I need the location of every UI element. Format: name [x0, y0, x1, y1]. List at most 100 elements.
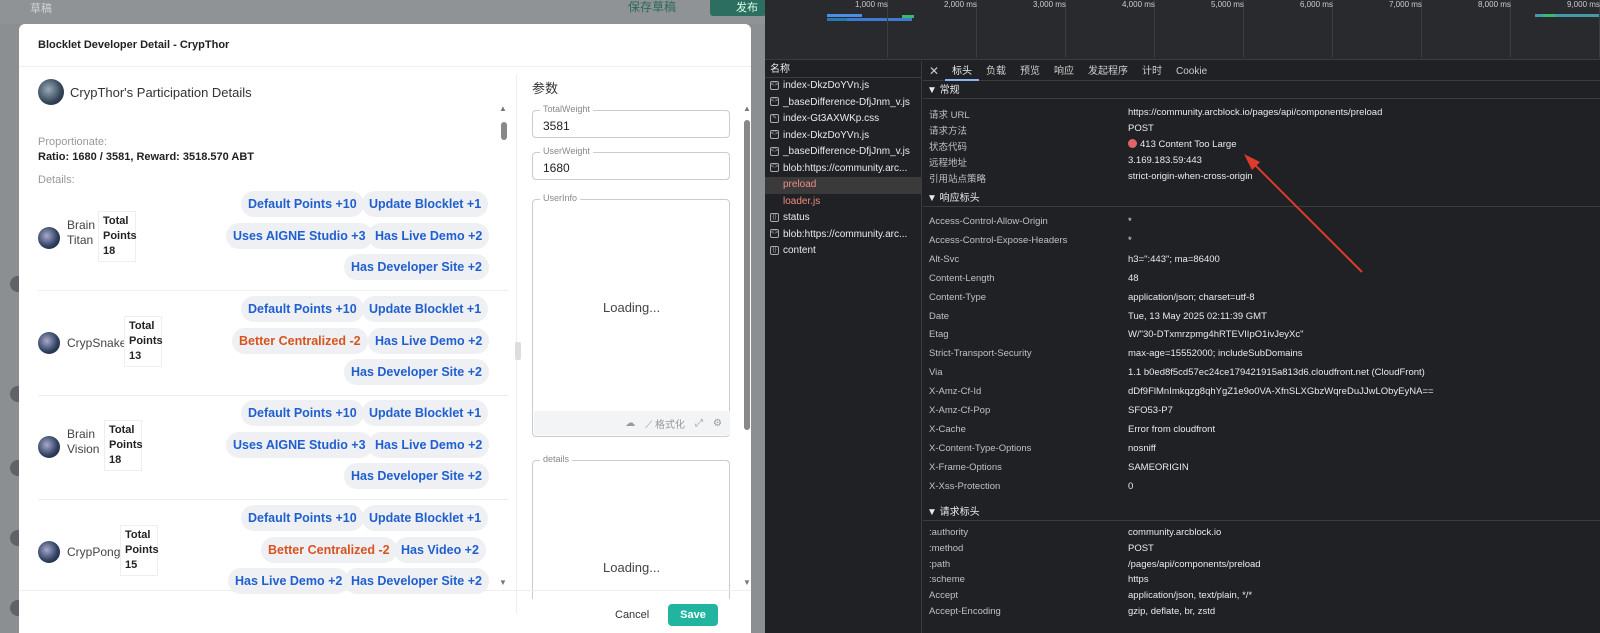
- timeline-tick-label: 5,000 ms: [1211, 0, 1244, 9]
- scroll-thumb[interactable]: [501, 122, 507, 140]
- request-name: _baseDifference-DfjJnm_v.js: [783, 146, 910, 157]
- header-value: max-age=15552000; includeSubDomains: [1128, 348, 1303, 360]
- timeline-bar: [902, 15, 914, 18]
- fetch-file-icon: {}: [770, 212, 779, 222]
- annotation-arrow-icon: [1244, 154, 1363, 273]
- score-chip: Update Blocklet +1: [362, 400, 489, 426]
- scroll-down-icon[interactable]: ▼: [743, 578, 751, 587]
- gear-icon[interactable]: ⚙: [713, 418, 722, 429]
- tab-2[interactable]: 预览: [1013, 61, 1047, 81]
- save-draft-button[interactable]: 保存草稿: [628, 0, 676, 15]
- script-file-icon: <>: [770, 229, 779, 239]
- header-name: X-Content-Type-Options: [929, 442, 1032, 454]
- scroll-up-icon[interactable]: ▲: [743, 104, 751, 113]
- save-button[interactable]: Save: [668, 604, 718, 626]
- request-name: index-DkzDoYVn.js: [783, 80, 870, 91]
- avatar: [38, 227, 60, 249]
- request-row[interactable]: loader.js: [765, 194, 921, 211]
- header-value: 1.1 b0ed8f5cd57ec24ce179421915a813d6.clo…: [1128, 367, 1425, 379]
- score-chip: Default Points +10: [241, 400, 364, 426]
- header-value: /pages/api/components/preload: [1128, 558, 1261, 570]
- tab-0[interactable]: 标头: [945, 61, 979, 81]
- request-row[interactable]: ✎ index-Gt3AXWKp.css: [765, 111, 921, 128]
- header-name: 状态代码: [929, 142, 968, 153]
- scroll-up-icon[interactable]: ▲: [499, 104, 507, 113]
- tab-6[interactable]: Cookie: [1169, 61, 1214, 81]
- details-editor[interactable]: details Loading...: [532, 454, 730, 599]
- header-value: community.arcblock.io: [1128, 527, 1222, 538]
- header-name: Access-Control-Expose-Headers: [929, 234, 1068, 246]
- timeline-bar: [1543, 14, 1555, 17]
- header-value: application/json, text/plain, */*: [1128, 590, 1253, 602]
- request-row[interactable]: <> index-DkzDoYVn.js: [765, 78, 921, 95]
- total-points-box: Total Points 13: [124, 316, 163, 367]
- request-name: status: [783, 212, 810, 223]
- scroll-thumb[interactable]: [744, 120, 750, 430]
- header-name: 请求 URL: [929, 110, 970, 121]
- participation-details-pane[interactable]: CrypThor's Participation Details Proport…: [38, 74, 508, 604]
- header-value: *: [1128, 234, 1132, 246]
- details-field-label: details: [540, 454, 573, 464]
- request-name: index-Gt3AXWKp.css: [783, 113, 880, 124]
- timeline-bar: [827, 14, 862, 17]
- tab-5[interactable]: 计时: [1135, 61, 1169, 81]
- header-value: gzip, deflate, br, zstd: [1128, 606, 1216, 617]
- header-value: application/json; charset=utf-8: [1128, 291, 1255, 303]
- request-headers-section-header[interactable]: ▼ 请求标头: [923, 505, 1600, 521]
- timeline-tick-label: 8,000 ms: [1478, 0, 1511, 9]
- score-chip: Has Developer Site +2: [344, 463, 489, 489]
- total-weight-label: TotalWeight: [540, 104, 593, 114]
- score-chip: Update Blocklet +1: [362, 505, 489, 531]
- resize-handle[interactable]: [515, 342, 521, 360]
- header-name: Via: [929, 367, 943, 379]
- header-name: X-Xss-Protection: [929, 480, 1001, 492]
- publish-button[interactable]: 发布: [710, 0, 766, 16]
- request-row[interactable]: <> blob:https://community.arc...: [765, 161, 921, 178]
- general-section-header[interactable]: ▼ 常规: [923, 83, 1600, 99]
- participant-name: CrypSnake: [67, 336, 127, 350]
- request-list: 名称 <> index-DkzDoYVn.js <> _baseDifference-…: [765, 61, 922, 633]
- request-row[interactable]: <> blob:https://community.arc...: [765, 227, 921, 244]
- request-row[interactable]: {} status: [765, 210, 921, 227]
- header-value: 3.169.183.59:443: [1128, 155, 1202, 166]
- background-toolbar: 草稿 保存草稿 发布: [0, 0, 780, 24]
- request-name: loader.js: [783, 195, 821, 207]
- script-file-icon: <>: [770, 80, 779, 90]
- right-scrollbar[interactable]: ▲ ▼: [743, 104, 751, 596]
- request-row[interactable]: preload: [765, 177, 921, 194]
- network-timeline[interactable]: 1,000 ms 2,000 ms 3,000 ms 4,000 ms 5,000 ms…: [765, 0, 1600, 60]
- header-value: POST: [1128, 123, 1154, 134]
- cancel-button[interactable]: Cancel: [615, 609, 649, 621]
- header-name: X-Amz-Cf-Id: [929, 386, 982, 398]
- user-weight-field[interactable]: UserWeight 1680: [532, 146, 730, 180]
- script-file-icon: <>: [770, 130, 779, 140]
- tab-3[interactable]: 响应: [1047, 61, 1081, 81]
- css-file-icon: ✎: [770, 113, 779, 123]
- user-weight-value: 1680: [543, 161, 570, 175]
- expand-icon[interactable]: ⤢: [695, 418, 703, 429]
- score-chip: Has Live Demo +2: [368, 432, 490, 458]
- request-row[interactable]: <> index-DkzDoYVn.js: [765, 128, 921, 145]
- draft-crumb: 草稿: [30, 3, 52, 15]
- timeline-tick-label: 1,000 ms: [855, 0, 888, 9]
- close-icon[interactable]: ✕: [923, 64, 945, 78]
- score-chip: Default Points +10: [241, 191, 364, 217]
- scroll-down-icon[interactable]: ▼: [499, 578, 507, 587]
- user-info-label: UserInfo: [540, 193, 581, 203]
- request-row[interactable]: {} content: [765, 243, 921, 260]
- avatar: [38, 79, 64, 105]
- left-scrollbar[interactable]: ▲ ▼: [499, 104, 507, 587]
- footer-divider: [19, 590, 751, 591]
- request-name: preload: [783, 179, 817, 190]
- total-weight-field[interactable]: TotalWeight 3581: [532, 104, 730, 138]
- format-button[interactable]: ⟋ 格式化: [645, 416, 685, 431]
- request-row[interactable]: <> _baseDifference-DfjJnm_v.js: [765, 144, 921, 161]
- tab-4[interactable]: 发起程序: [1081, 61, 1135, 81]
- user-info-editor[interactable]: UserInfo Loading... ☁ ⟋ 格式化 ⤢ ⚙: [532, 193, 730, 437]
- header-name: Accept-Encoding: [929, 606, 1001, 617]
- tab-1[interactable]: 负载: [979, 61, 1013, 81]
- upload-icon[interactable]: ☁: [625, 418, 635, 429]
- script-file-icon: <>: [770, 146, 779, 156]
- name-column-header[interactable]: 名称: [765, 61, 921, 78]
- request-row[interactable]: <> _baseDifference-DfjJnm_v.js: [765, 95, 921, 112]
